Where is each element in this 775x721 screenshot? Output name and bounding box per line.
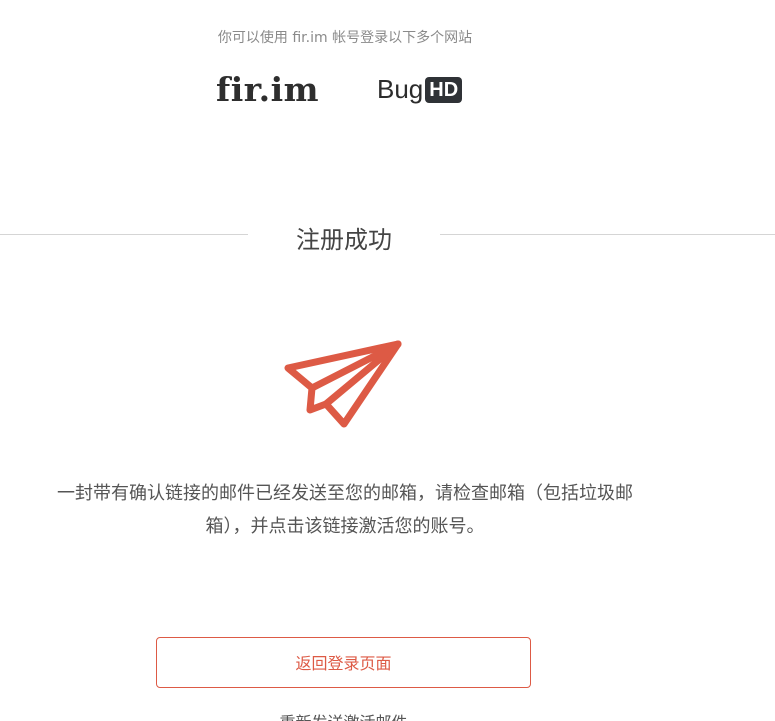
bughd-logo-badge: HD — [425, 76, 463, 103]
resend-activation-link[interactable]: 重新发送激活邮件 — [156, 709, 531, 721]
page-title: 注册成功 — [296, 226, 392, 254]
partner-logos: fir.im Bug HD — [0, 66, 775, 116]
paper-plane-icon — [284, 340, 402, 428]
bughd-logo-prefix: Bug — [377, 74, 424, 104]
fir-im-logo[interactable]: fir.im — [216, 70, 319, 109]
divider-left — [0, 234, 248, 235]
divider-right — [440, 234, 775, 235]
login-hint: 你可以使用 fir.im 帐号登录以下多个网站 — [217, 30, 473, 46]
back-to-login-button[interactable]: 返回登录页面 — [156, 637, 531, 688]
confirmation-message: 一封带有确认链接的邮件已经发送至您的邮箱，请检查邮箱（包括垃圾邮箱），并点击该链… — [57, 483, 633, 537]
page: 你可以使用 fir.im 帐号登录以下多个网站 fir.im Bug HD 注册… — [0, 0, 775, 721]
bughd-logo[interactable]: Bug HD — [377, 74, 463, 105]
